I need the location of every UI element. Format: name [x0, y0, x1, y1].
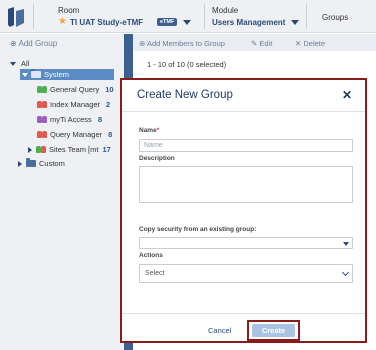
delete-button[interactable]: ✕ Delete [295, 39, 325, 48]
expand-icon[interactable] [28, 146, 32, 153]
name-label: Name* [139, 127, 160, 134]
group-icon [37, 116, 47, 123]
copy-security-select[interactable] [139, 237, 353, 249]
group-icon [37, 86, 47, 93]
actions-select[interactable]: Select [139, 264, 353, 283]
tree-item-custom[interactable]: Custom [18, 158, 65, 169]
header-divider [306, 4, 307, 29]
copy-security-label: Copy security from an existing group: [139, 226, 257, 233]
actions-select-value: Select [145, 270, 165, 277]
tree-item-sites-team[interactable]: Sites Team [mt 17 [28, 144, 111, 155]
dialog-title: Create New Group [137, 89, 233, 101]
chevron-down-icon [343, 242, 349, 246]
tree-item-myti-access[interactable]: myTi Access 8 [37, 114, 102, 125]
group-icon [37, 101, 47, 108]
divider [122, 313, 365, 314]
members-toolbar: ⊕ Add Members to Group ✎ Edit ✕ Delete [124, 34, 376, 51]
groups-breadcrumb[interactable]: Groups [322, 13, 348, 22]
selection-count: 1 - 10 of 10 (0 selected) [147, 60, 227, 69]
divider [122, 111, 365, 112]
group-sidebar: ⊕ Add Group All System General Query 10 … [0, 34, 124, 350]
group-icon [36, 146, 46, 153]
expand-icon[interactable] [22, 72, 28, 77]
module-selector[interactable]: Users Management [212, 18, 285, 27]
folder-icon [26, 158, 36, 167]
close-icon[interactable]: ✕ [342, 88, 352, 102]
app-logo-icon[interactable] [5, 5, 27, 29]
tree-item-general-query[interactable]: General Query 10 [37, 84, 114, 95]
cancel-button[interactable]: Cancel [208, 326, 231, 335]
module-dropdown-icon[interactable] [291, 20, 299, 25]
header-divider [204, 4, 205, 29]
description-label: Description [139, 155, 175, 162]
add-members-button[interactable]: ⊕ Add Members to Group [139, 39, 225, 48]
tree-item-query-manager[interactable]: Query Manager 8 [37, 129, 112, 140]
tree-item-system[interactable]: System [20, 69, 114, 80]
create-button[interactable]: Create [252, 324, 295, 337]
room-selector[interactable]: TI UAT Study-eTMF [70, 18, 143, 27]
tree-item-index-manager[interactable]: Index Manager 2 [37, 99, 110, 110]
chevron-down-icon [341, 268, 350, 277]
room-badge: eTMF [157, 18, 178, 26]
description-textarea[interactable] [139, 166, 353, 203]
header-divider [33, 4, 34, 29]
expand-icon[interactable] [10, 61, 16, 66]
name-input[interactable] [140, 140, 352, 151]
name-field[interactable] [139, 139, 353, 152]
expand-icon[interactable] [18, 160, 22, 167]
plus-icon: ⊕ [139, 39, 147, 48]
folder-icon [31, 69, 41, 78]
room-label: Room [58, 6, 80, 15]
tree-item-all[interactable]: All [10, 58, 29, 69]
room-dropdown-icon[interactable] [183, 20, 191, 25]
group-icon [37, 131, 47, 138]
actions-label: Actions [139, 252, 163, 259]
add-group-button[interactable]: ⊕ Add Group [10, 39, 57, 48]
create-button-highlight: Create [247, 320, 300, 341]
module-label: Module [212, 6, 239, 15]
edit-button[interactable]: ✎ Edit [251, 39, 272, 48]
favorite-star-icon[interactable]: ★ [58, 16, 67, 27]
create-group-dialog: Create New Group ✕ Name* Description Cop… [120, 78, 367, 343]
top-header: Room ★ TI UAT Study-eTMF eTMF Module Use… [0, 0, 376, 33]
required-marker: * [156, 127, 160, 134]
